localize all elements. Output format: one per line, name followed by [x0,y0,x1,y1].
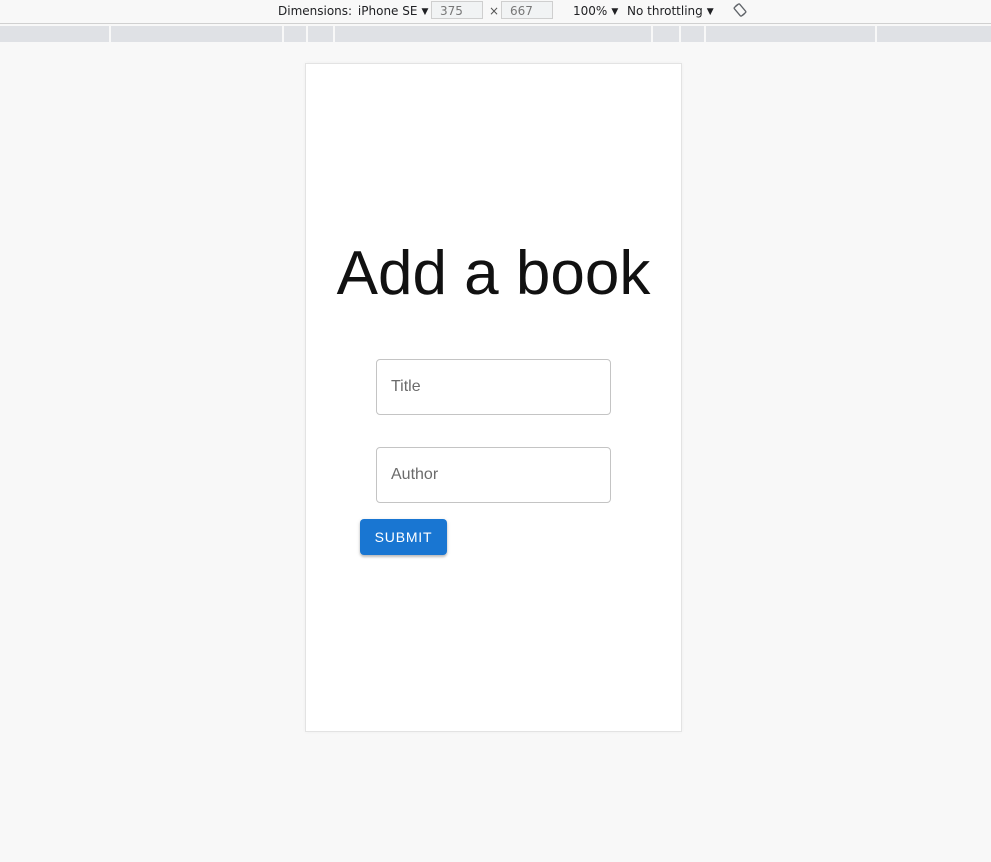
dimensions-label: Dimensions: [278,4,353,18]
media-query-divider [306,26,308,42]
zoom-selector[interactable]: 100% ▼ [573,3,618,20]
media-query-divider [704,26,706,42]
page-title: Add a book [336,239,651,308]
media-query-divider [333,26,335,42]
submit-button[interactable]: SUBMIT [360,519,447,555]
media-query-divider [651,26,653,42]
device-name: iPhone SE [357,4,418,18]
throttling-selector[interactable]: No throttling ▼ [627,3,714,20]
dimension-times-sign: × [489,4,500,18]
media-query-divider [875,26,877,42]
dropdown-arrow-icon: ▼ [421,7,429,17]
device-selector[interactable]: Dimensions: iPhone SE ▼ [278,3,428,20]
media-query-divider [282,26,284,42]
rotate-icon[interactable] [733,3,747,17]
dropdown-arrow-icon: ▼ [706,7,714,17]
device-toolbar: Dimensions: iPhone SE ▼ 375 × 667 100% ▼ N… [0,0,991,24]
title-input[interactable] [377,360,610,414]
device-viewport: Add a book SUBMIT [305,63,682,732]
title-field[interactable] [376,359,611,415]
throttling-value: No throttling [627,4,703,18]
media-query-bar[interactable] [0,26,991,42]
author-field[interactable] [376,447,611,503]
dropdown-arrow-icon: ▼ [611,7,619,17]
media-query-divider [679,26,681,42]
width-input[interactable]: 375 [431,1,483,19]
height-input[interactable]: 667 [501,1,553,19]
author-input[interactable] [377,448,610,502]
zoom-value: 100% [573,4,608,18]
media-query-divider [109,26,111,42]
